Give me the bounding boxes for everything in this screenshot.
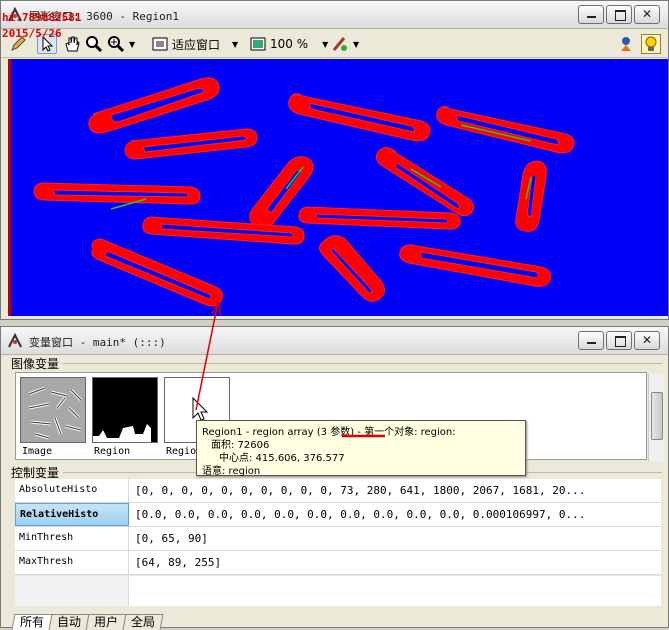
watermark-line-2: 2015/5/26 — [2, 27, 62, 40]
hand-icon[interactable] — [63, 34, 81, 54]
paper-clip-regions — [33, 77, 575, 307]
zoom-percent-dropdown[interactable]: 100 % ▼ — [249, 34, 328, 54]
control-vars-table: AbsoluteHisto [0, 0, 0, 0, 0, 0, 0, 0, 0… — [15, 479, 661, 575]
region-clip — [515, 160, 547, 232]
region-clip — [288, 93, 431, 142]
thumb-region-1[interactable]: Region — [90, 375, 160, 459]
region-clip — [91, 238, 224, 307]
region-clip — [319, 235, 385, 302]
graphics-window-titlebar[interactable]: 图形窗口: 3600 - Region1 ✕ — [1, 1, 668, 29]
region-clip — [33, 182, 201, 205]
variable-window-title: 变量窗口 - main* (:::) — [29, 336, 166, 349]
zoom-percent-label: 100 % — [270, 37, 309, 51]
minimize-button[interactable] — [578, 331, 604, 350]
region-clip — [399, 244, 552, 287]
table-row[interactable]: MinThresh [0, 65, 90] — [15, 527, 661, 551]
close-button[interactable]: ✕ — [634, 331, 660, 350]
chevron-down-icon[interactable]: ▼ — [129, 40, 135, 49]
tooltip-param-count: (3 参数) — [316, 427, 355, 438]
thumb-image-preview — [20, 377, 86, 443]
divider — [63, 363, 662, 364]
minimize-button[interactable] — [578, 5, 604, 24]
halcon-icon — [8, 333, 22, 348]
var-value: [64, 89, 255] — [135, 556, 222, 569]
image-vars-header: 图像变量 — [11, 357, 60, 371]
zoom-fit-label: 适应窗口 — [172, 37, 221, 52]
close-button[interactable]: ✕ — [634, 5, 660, 24]
tooltip-line1-c: - 第一个对象: region: — [354, 427, 456, 438]
table-row[interactable]: RelativeHisto [0.0, 0.0, 0.0, 0.0, 0.0, … — [15, 503, 661, 527]
inspect-icon[interactable] — [617, 34, 635, 54]
variable-window: 变量窗口 - main* (:::) ✕ 图像变量 Image Region R… — [0, 326, 669, 630]
chevron-down-icon[interactable]: ▼ — [353, 40, 359, 49]
table-row[interactable]: AbsoluteHisto [0, 0, 0, 0, 0, 0, 0, 0, 0… — [15, 479, 661, 503]
var-value: [0, 0, 0, 0, 0, 0, 0, 0, 0, 0, 73, 280, … — [135, 484, 586, 497]
thumb-region-1-label: Region — [94, 446, 131, 457]
region-clip — [142, 216, 305, 245]
graphics-toolbar: ▼ 适应窗口 ▼ 100 % ▼ ▼ — [1, 30, 668, 58]
region-tooltip: Region1 - region array (3 参数) - 第一个对象: r… — [196, 420, 526, 477]
var-value: [0.0, 0.0, 0.0, 0.0, 0.0, 0.0, 0.0, 0.0,… — [135, 508, 586, 521]
maximize-button[interactable] — [606, 5, 632, 24]
region-clip — [298, 206, 461, 230]
zoom-fit-dropdown[interactable]: 适应窗口 ▼ — [151, 34, 238, 54]
tooltip-semantic: 语意: region — [202, 466, 261, 477]
chevron-down-icon[interactable]: ▼ — [322, 40, 328, 49]
control-vars-empty-area — [15, 576, 661, 606]
graphics-window: 图形窗口: 3600 - Region1 ✕ ▼ 适应窗口 ▼ 100 % ▼ ▼ — [0, 0, 669, 320]
table-row[interactable]: MaxThresh [64, 89, 255] — [15, 551, 661, 575]
lightbulb-icon[interactable] — [641, 34, 661, 54]
var-name: MaxThresh — [15, 551, 129, 574]
graphics-canvas[interactable] — [8, 59, 668, 316]
thumb-image-label: Image — [22, 446, 53, 457]
thumb-image[interactable]: Image — [18, 375, 88, 459]
thumb-region-preview — [92, 377, 158, 443]
region-clip — [124, 128, 258, 160]
region-clip — [436, 106, 575, 154]
var-name: AbsoluteHisto — [15, 479, 129, 502]
image-vars-scrollbar[interactable] — [648, 374, 664, 462]
var-name: MinThresh — [15, 527, 129, 550]
color-tool-dropdown[interactable]: ▼ — [331, 34, 359, 54]
zoom-icon[interactable]: ▼ — [107, 34, 135, 54]
maximize-button[interactable] — [606, 331, 632, 350]
magnifier-icon[interactable] — [85, 34, 103, 54]
watermark-line-1: hi:789882581 — [2, 11, 82, 24]
scrollbar-thumb[interactable] — [651, 392, 663, 440]
variable-window-titlebar[interactable]: 变量窗口 - main* (:::) ✕ — [1, 327, 668, 355]
chevron-down-icon[interactable]: ▼ — [232, 40, 238, 49]
var-name: RelativeHisto — [15, 503, 129, 526]
var-value: [0, 65, 90] — [135, 532, 208, 545]
region-clip — [88, 77, 220, 134]
region-clip — [375, 147, 475, 217]
